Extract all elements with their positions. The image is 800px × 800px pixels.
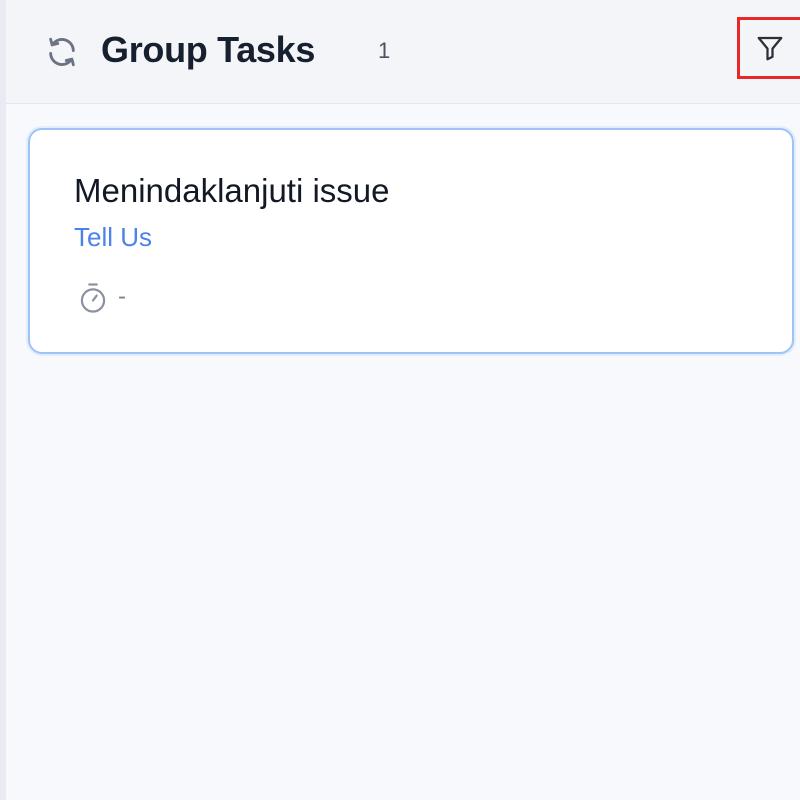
task-card[interactable]: Menindaklanjuti issue Tell Us - (28, 128, 794, 354)
stopwatch-icon (80, 283, 106, 313)
filter-button[interactable] (737, 17, 800, 79)
group-tasks-panel: Group Tasks 1 Menindaklanjuti issue Tell… (0, 0, 800, 800)
refresh-icon (49, 37, 75, 67)
refresh-button[interactable] (44, 34, 80, 70)
task-count-badge: 1 (378, 38, 391, 63)
panel-header: Group Tasks 1 (6, 0, 800, 104)
timer-value: - (118, 283, 126, 310)
task-group-link[interactable]: Tell Us (74, 222, 152, 253)
filter-icon (757, 36, 783, 61)
page-title: Group Tasks (101, 29, 316, 70)
task-name: Menindaklanjuti issue (74, 172, 390, 209)
